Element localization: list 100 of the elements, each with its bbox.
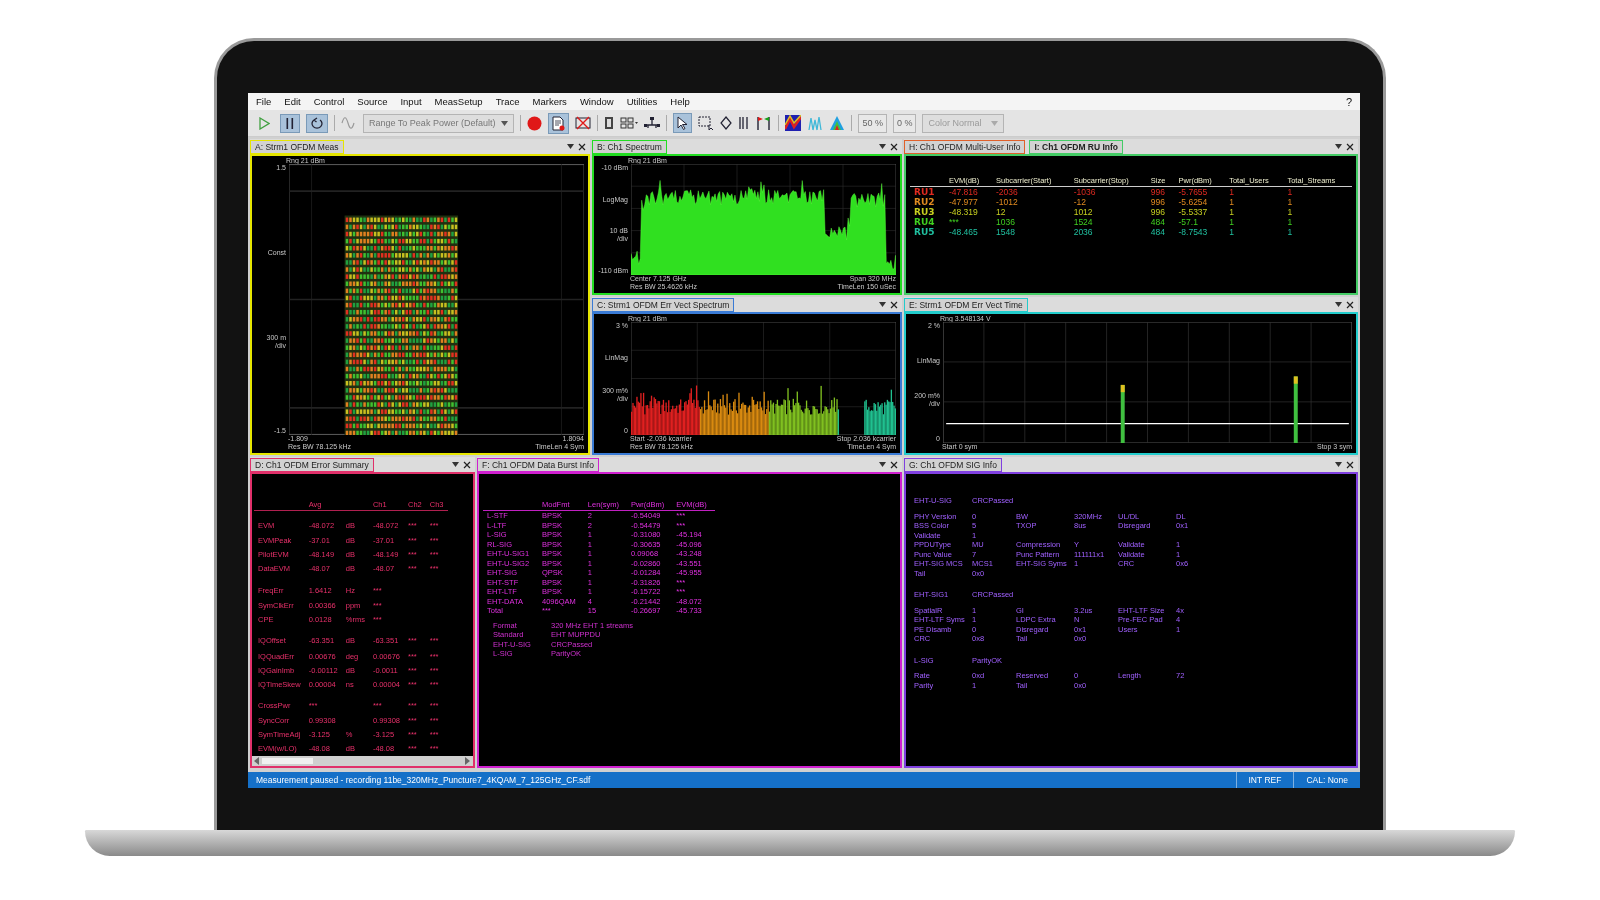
close-icon[interactable] [578, 142, 586, 151]
range-dropdown[interactable]: Range To Peak Power (Default) [363, 113, 515, 133]
pointer-button[interactable] [673, 113, 693, 133]
dropdown-icon[interactable] [879, 144, 886, 149]
table-cell: 1 [1287, 207, 1293, 217]
table-cell: -47.977 [948, 197, 978, 207]
percent-field[interactable]: 0 % [892, 113, 917, 133]
color-map-icon[interactable] [785, 115, 802, 131]
table-cell: 12 [995, 207, 1006, 217]
bars-icon[interactable] [738, 116, 751, 130]
dropdown-icon[interactable] [567, 144, 574, 149]
menu-item[interactable]: Control [313, 96, 345, 107]
record-icon[interactable] [527, 115, 543, 131]
table-cell: RU1 [914, 187, 935, 197]
dropdown-icon[interactable] [452, 462, 459, 467]
menu-item[interactable]: Markers [532, 96, 567, 107]
panel-tab[interactable]: I: Ch1 OFDM RU Info [1029, 139, 1124, 154]
close-icon[interactable] [890, 300, 898, 309]
table-cell: -1012 [995, 197, 1018, 207]
table-cell: 1524 [1073, 217, 1093, 227]
close-icon[interactable] [890, 142, 898, 151]
menu-item[interactable]: Utilities [626, 96, 658, 107]
dropdown-icon[interactable] [1335, 302, 1342, 307]
table-cell: -2036 [995, 187, 1018, 197]
dropdown-icon[interactable] [879, 462, 886, 467]
marker-flags-icon[interactable] [756, 116, 773, 130]
close-icon[interactable] [1346, 460, 1354, 469]
table-cell: -5.6254 [1178, 197, 1208, 207]
scroll-left-icon[interactable] [254, 757, 260, 765]
panel-tab[interactable]: F: Ch1 OFDM Data Burst Info [477, 457, 599, 472]
pause-button[interactable] [280, 113, 300, 133]
status-section: INT REF [1235, 772, 1294, 788]
error-spike [1293, 376, 1298, 443]
table-cell: 1 [1229, 187, 1234, 197]
menu-item[interactable]: Help [670, 96, 690, 107]
diamond-icon[interactable] [720, 116, 733, 130]
dropdown-icon[interactable] [1335, 462, 1342, 467]
pause-icon [284, 116, 296, 130]
table-cell: -1036 [1073, 187, 1096, 197]
table-cell: 2036 [1073, 227, 1093, 237]
horizontal-scrollbar[interactable] [252, 756, 473, 766]
menu-item[interactable]: MeasSetup [434, 96, 483, 107]
table-cell: RU2 [914, 197, 935, 207]
menu-item[interactable]: Source [357, 96, 388, 107]
table-cell: 1 [1287, 227, 1293, 237]
table-cell: -47.816 [948, 187, 978, 197]
table-cell: 1 [1229, 217, 1234, 227]
pointer-icon [677, 116, 689, 130]
table-cell: RU3 [914, 207, 935, 217]
scroll-right-icon[interactable] [465, 757, 471, 765]
spectrum-peak-icon[interactable] [829, 115, 846, 131]
single-pane-icon[interactable] [604, 116, 615, 130]
film-cross-icon[interactable] [575, 116, 592, 130]
panel-tab[interactable]: B: Ch1 Spectrum [592, 139, 667, 154]
menu-item[interactable]: File [256, 96, 272, 107]
dropdown-icon[interactable] [1335, 144, 1342, 149]
menu-item[interactable]: Input [400, 96, 422, 107]
panel-tab[interactable]: H: Ch1 OFDM Multi-User Info [904, 139, 1026, 154]
table-cell: 1036 [995, 217, 1015, 227]
table-cell: RU4 [914, 217, 935, 227]
menu-item[interactable]: Window [579, 96, 614, 107]
table-cell: 484 [1150, 217, 1166, 227]
menu-item[interactable]: Trace [495, 96, 520, 107]
table-cell: 1 [1287, 217, 1293, 227]
table-cell: 1548 [995, 227, 1015, 237]
table-cell: -5.7655 [1178, 187, 1208, 197]
panel-tab[interactable]: D: Ch1 OFDM Error Summary [250, 457, 374, 472]
table-cell: 1 [1287, 197, 1293, 207]
dropdown-icon[interactable] [879, 302, 886, 307]
network-icon[interactable] [644, 116, 661, 130]
table-cell: RU5 [914, 227, 935, 237]
close-icon[interactable] [1346, 300, 1354, 309]
table-cell: 1 [1287, 187, 1293, 197]
panel-tab[interactable]: G: Ch1 OFDM SIG Info [904, 457, 1002, 472]
menu-item[interactable]: Edit [284, 96, 301, 107]
panel-tab[interactable]: E: Strm1 OFDM Err Vect Time [904, 297, 1028, 312]
panel-tab[interactable]: A: Strm1 OFDM Meas [250, 139, 344, 154]
help-button[interactable]: ? [1345, 95, 1352, 108]
close-icon[interactable] [1346, 142, 1354, 151]
caret-icon [991, 120, 999, 126]
grid-layout-icon[interactable] [620, 116, 639, 130]
table-cell: 996 [1150, 187, 1166, 197]
loop-button[interactable] [306, 113, 328, 133]
document-icon [552, 115, 566, 131]
table-cell: -48.319 [948, 207, 978, 217]
table-cell: 996 [1150, 197, 1166, 207]
table-cell: 484 [1150, 227, 1166, 237]
play-icon [258, 116, 270, 130]
table-cell: 1 [1229, 207, 1234, 217]
panel-tab[interactable]: C: Strm1 OFDM Err Vect Spectrum [592, 297, 735, 312]
selection-box-icon[interactable] [698, 116, 715, 130]
table-cell: -57.1 [1178, 217, 1198, 227]
status-message: Measurement paused - recording 11be_320MHz_Puncture7_4KQAM_7_125GHz_CF.sdf [255, 775, 592, 785]
recording-button[interactable] [548, 112, 570, 134]
table-cell: -48.465 [948, 227, 978, 237]
table-cell: *** [948, 217, 959, 227]
table-cell: 1 [1229, 227, 1234, 237]
percent-field[interactable]: 50 % [858, 113, 887, 133]
close-icon[interactable] [890, 460, 898, 469]
close-icon[interactable] [463, 460, 471, 469]
